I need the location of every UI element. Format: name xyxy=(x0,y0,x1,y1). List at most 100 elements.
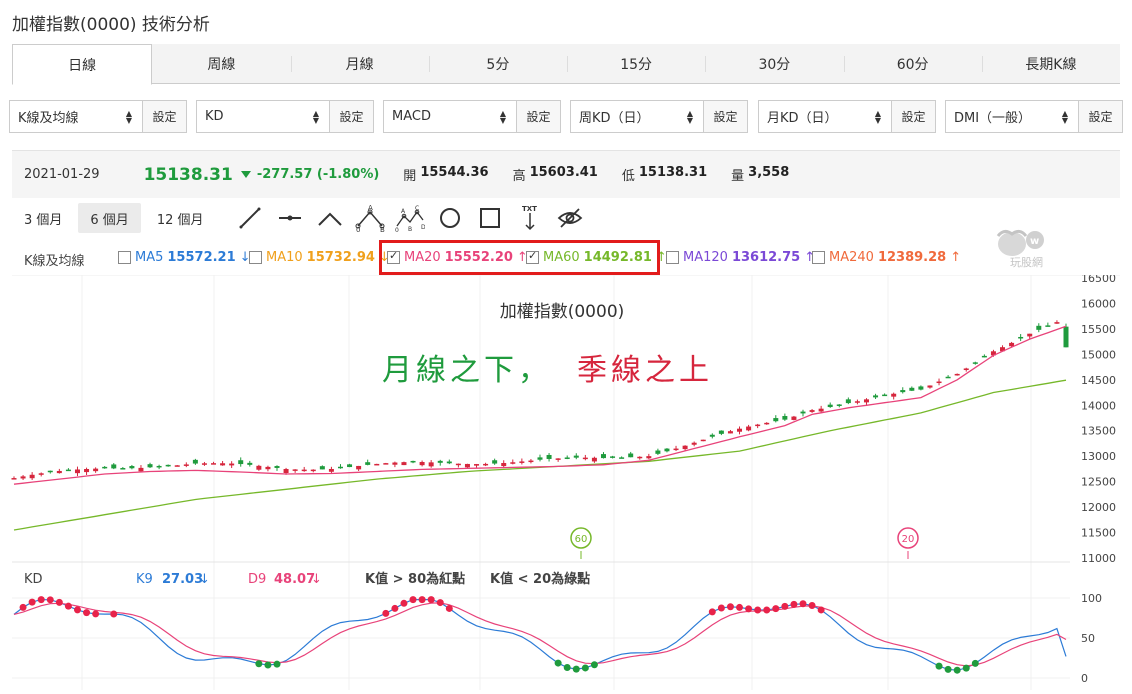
range-6m-button[interactable]: 6 個月 xyxy=(78,203,141,233)
candle-body xyxy=(619,457,625,459)
tab-60min[interactable]: 60分 xyxy=(843,44,982,83)
settings-button-5[interactable]: 設定 xyxy=(892,100,936,133)
ma240-label: MA240 xyxy=(829,250,874,265)
rectangle-icon[interactable] xyxy=(470,203,510,233)
candle-body xyxy=(464,463,470,468)
candle-body xyxy=(791,416,797,420)
candle-body xyxy=(192,459,198,464)
kd-label: KD xyxy=(24,572,43,587)
ma240-toggle[interactable]: MA240 12389.28 ↑ xyxy=(812,250,961,265)
candle-body xyxy=(138,467,144,472)
kd-green-dot xyxy=(953,666,961,674)
quote-info-bar: 2021-01-29 15138.31 -277.57 (-1.80%) 開 15… xyxy=(12,151,1120,198)
svg-text:TXT: TXT xyxy=(522,205,537,213)
tab-long-term[interactable]: 長期K線 xyxy=(981,44,1120,83)
kd-red-dot xyxy=(37,596,45,604)
candle-body xyxy=(764,422,770,425)
candlesticks xyxy=(11,320,1069,481)
hide-icon[interactable] xyxy=(550,203,590,233)
ma120-value: 13612.75 xyxy=(731,250,801,265)
kd-red-dot xyxy=(83,609,91,617)
settings-button-1[interactable]: 設定 xyxy=(143,100,187,133)
quote-date: 2021-01-29 xyxy=(24,167,100,182)
candle-body xyxy=(936,381,942,384)
range-3m-button[interactable]: 3 個月 xyxy=(12,203,74,233)
candle-body xyxy=(845,399,851,404)
settings-button-4[interactable]: 設定 xyxy=(704,100,748,133)
candle-body xyxy=(74,469,80,474)
candle-body xyxy=(1054,322,1060,324)
tab-15min[interactable]: 15分 xyxy=(567,44,705,83)
candle-body xyxy=(1009,342,1015,347)
kd-green-dot xyxy=(572,665,580,673)
stock-chart[interactable]: 11000 11500 12000 12500 13000 13500 14000 14500… xyxy=(0,275,1132,694)
candle-body xyxy=(682,445,688,450)
ma120-checkbox[interactable] xyxy=(666,251,679,264)
candle-body xyxy=(84,468,90,473)
quote-high: 高 15603.41 xyxy=(512,165,598,184)
tab-5min[interactable]: 5分 xyxy=(428,44,567,83)
ma10-value: 15732.94 xyxy=(306,250,375,265)
indicator-select-5[interactable]: 月KD（日） ▲ ▼ xyxy=(758,100,892,133)
indicator-select-4[interactable]: 周KD（日） ▲ ▼ xyxy=(570,100,704,133)
candle-body xyxy=(519,461,525,463)
candle-body xyxy=(292,469,298,471)
ma10-checkbox[interactable] xyxy=(249,251,262,264)
candle-body xyxy=(356,465,362,470)
indicator-select-6[interactable]: DMI（一般） ▲ ▼ xyxy=(945,100,1079,133)
price-axis: 11000 11500 12000 12500 13000 13500 14000 14500… xyxy=(1081,275,1116,565)
candle-body xyxy=(211,463,217,465)
segment-icon[interactable] xyxy=(270,203,310,233)
abc-pattern-icon[interactable]: A 0 B xyxy=(350,203,390,233)
candle-body xyxy=(129,466,135,469)
tab-weekly[interactable]: 周線 xyxy=(152,44,290,83)
candle-body xyxy=(655,450,661,454)
tab-30min[interactable]: 30分 xyxy=(705,44,843,83)
quote-low: 低 15138.31 xyxy=(621,165,708,184)
ma5-checkbox[interactable] xyxy=(118,251,131,264)
quote-price: 15138.31 xyxy=(143,164,233,185)
svg-text:w: w xyxy=(1030,236,1039,247)
kd-note-red: K值 > 80為紅點 xyxy=(365,571,465,587)
tab-daily[interactable]: 日線 xyxy=(12,44,153,85)
kd-red-dot xyxy=(73,606,81,614)
kd-red-dot xyxy=(409,596,417,604)
select-arrows-icon: ▲ ▼ xyxy=(686,109,693,125)
indicator-select-2[interactable]: KD ▲ ▼ xyxy=(196,100,330,133)
text-icon[interactable]: TXT xyxy=(510,203,550,233)
kd-green-dot xyxy=(554,659,562,667)
ma5-toggle[interactable]: MA5 15572.21 ↓ xyxy=(118,250,251,265)
ma120-toggle[interactable]: MA120 13612.75 ↑ xyxy=(666,250,815,265)
settings-button-3[interactable]: 設定 xyxy=(517,100,561,133)
kd-red-dot xyxy=(436,599,444,607)
candle-body xyxy=(365,462,371,465)
indicator-select-3[interactable]: MACD ▲ ▼ xyxy=(383,100,517,133)
candle-body xyxy=(310,469,316,472)
kd-red-dot xyxy=(382,609,390,617)
abcd-pattern-icon[interactable]: A C 0 B D xyxy=(390,203,430,233)
tab-monthly[interactable]: 月線 xyxy=(290,44,429,83)
candle-body xyxy=(673,448,679,451)
svg-text:0: 0 xyxy=(356,226,360,232)
kd-red-dot xyxy=(28,598,36,606)
candle-body xyxy=(501,463,507,467)
candle-body xyxy=(374,463,380,466)
ma10-toggle[interactable]: MA10 15732.94 ↓ xyxy=(249,250,390,265)
candle-body xyxy=(265,466,271,470)
kd-green-dot xyxy=(563,663,571,671)
candle-body xyxy=(809,410,815,412)
settings-button-6[interactable]: 設定 xyxy=(1079,100,1123,133)
ma240-checkbox[interactable] xyxy=(812,251,825,264)
circle-icon[interactable] xyxy=(430,203,470,233)
indicator-select-1[interactable]: K線及均線 ▲ ▼ xyxy=(9,100,143,133)
kd-red-dot xyxy=(92,610,100,618)
range-12m-button[interactable]: 12 個月 xyxy=(145,203,216,233)
k9-arrow: ↓ xyxy=(199,572,210,587)
line-icon[interactable] xyxy=(230,203,270,233)
settings-button-2[interactable]: 設定 xyxy=(330,100,374,133)
candle-body xyxy=(945,376,951,379)
chart-toolbar: 3 個月 6 個月 12 個月 A 0 B A C 0 B D TXT xyxy=(12,203,590,233)
angle-icon[interactable] xyxy=(310,203,350,233)
candle-body xyxy=(746,426,752,431)
selector-group-4: 周KD（日） ▲ ▼ 設定 xyxy=(570,100,748,133)
